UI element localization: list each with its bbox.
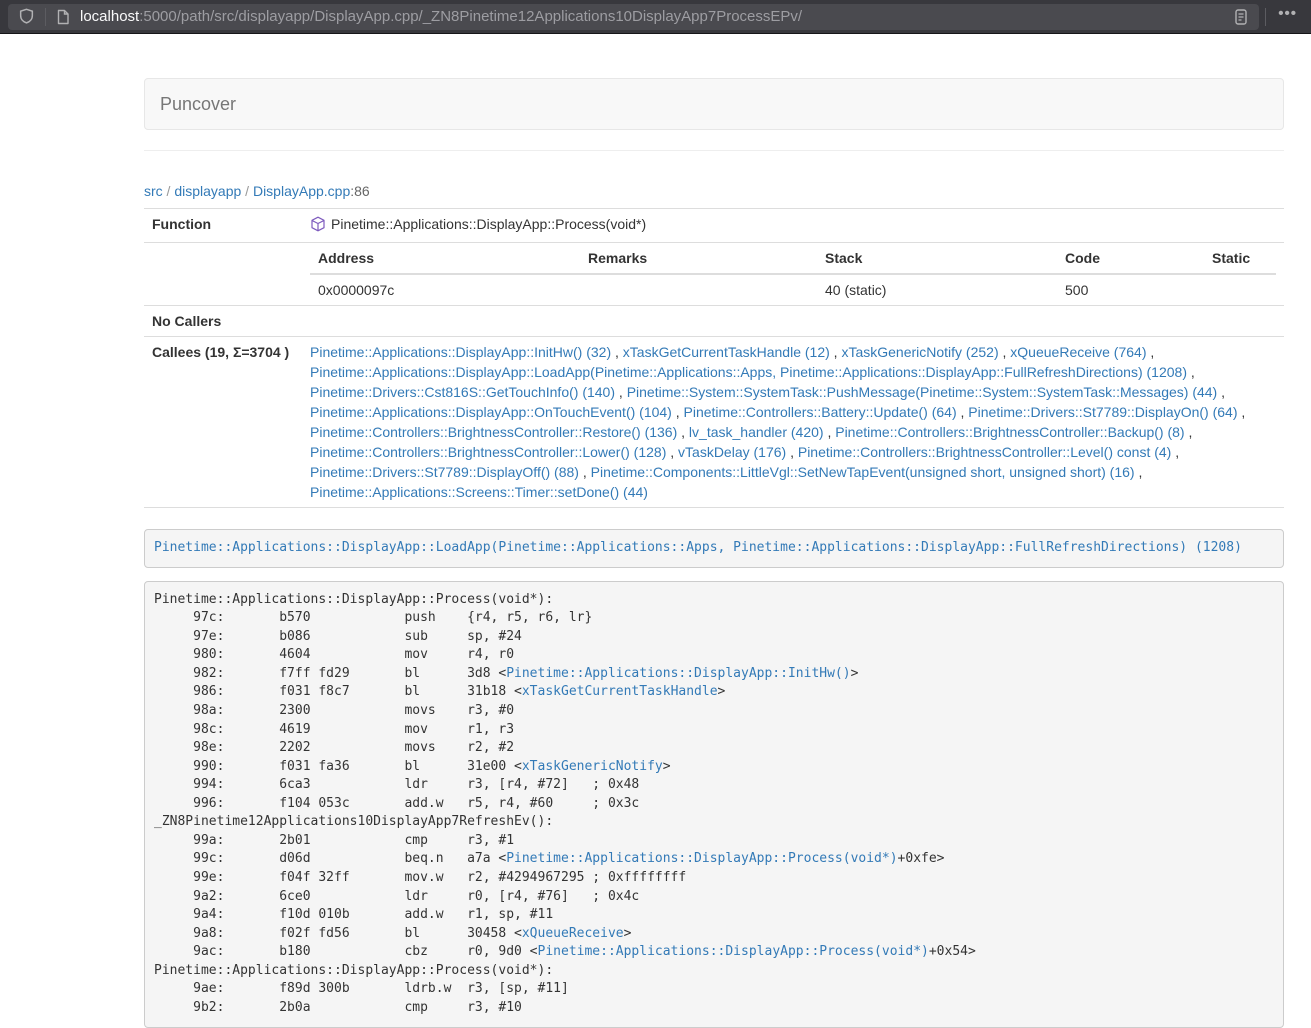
callee-link[interactable]: Pinetime::Drivers::St7789::DisplayOn() (… (968, 404, 1237, 420)
address-value: 0x0000097c (310, 274, 580, 305)
callee-link[interactable]: xQueueReceive (764) (1010, 344, 1146, 360)
symbol-link[interactable]: Pinetime::Applications::DisplayApp::Proc… (538, 944, 929, 959)
function-name-cell: Pinetime::Applications::DisplayApp::Proc… (302, 209, 1284, 243)
stack-value: 40 (static) (817, 274, 1057, 305)
callees-cell: Pinetime::Applications::DisplayApp::Init… (302, 337, 1284, 508)
static-value (1204, 274, 1276, 305)
toolbar-separator (1265, 8, 1266, 26)
col-address: Address (310, 243, 580, 274)
callees-label: Callees (19, Σ=3704 ) (144, 337, 302, 508)
callee-link[interactable]: Pinetime::Applications::DisplayApp::OnTo… (310, 404, 672, 420)
callee-link[interactable]: Pinetime::Controllers::BrightnessControl… (835, 424, 1184, 440)
breadcrumb-separator: / (241, 183, 253, 199)
callee-link[interactable]: Pinetime::Applications::DisplayApp::Load… (310, 364, 1187, 380)
callee-link[interactable]: vTaskDelay (176) (678, 444, 786, 460)
col-stack: Stack (817, 243, 1057, 274)
callee-link[interactable]: Pinetime::System::SystemTask::PushMessag… (627, 384, 1218, 400)
function-label: Function (144, 209, 302, 243)
breadcrumb-file[interactable]: DisplayApp.cpp (253, 183, 350, 199)
breadcrumb-line-number: :86 (350, 183, 369, 199)
highlighted-symbol-link[interactable]: Pinetime::Applications::DisplayApp::Load… (154, 540, 1242, 555)
col-remarks: Remarks (580, 243, 817, 274)
divider (144, 150, 1284, 151)
function-row: Function Pinetime::Applications::Display… (144, 209, 1284, 243)
callee-link[interactable]: Pinetime::Drivers::St7789::DisplayOff() … (310, 464, 579, 480)
url-text[interactable]: localhost:5000/path/src/displayapp/Displ… (80, 8, 1229, 25)
menu-icon[interactable]: ••• (1272, 9, 1303, 25)
callee-link[interactable]: lv_task_handler (420) (689, 424, 824, 440)
callee-link[interactable]: Pinetime::Controllers::BrightnessControl… (798, 444, 1171, 460)
page-container: Puncover src / displayapp / DisplayApp.c… (144, 78, 1284, 1028)
symbol-cube-icon (310, 216, 326, 237)
stats-header-row: Address Remarks Stack Code Static (310, 243, 1276, 274)
col-code: Code (1057, 243, 1204, 274)
symbol-link[interactable]: xTaskGenericNotify (522, 759, 663, 774)
stats-cell: Address Remarks Stack Code Static 0x0000… (302, 243, 1284, 306)
function-name: Pinetime::Applications::DisplayApp::Proc… (331, 216, 646, 232)
remarks-value (580, 274, 817, 305)
function-stats-row: Address Remarks Stack Code Static 0x0000… (144, 243, 1284, 306)
address-bar[interactable]: localhost:5000/path/src/displayapp/Displ… (8, 4, 1259, 30)
disassembly-code: Pinetime::Applications::DisplayApp::Proc… (144, 581, 1284, 1028)
breadcrumb-separator: / (163, 183, 175, 199)
callee-link[interactable]: xTaskGenericNotify (252) (841, 344, 998, 360)
callers-cell (302, 306, 1284, 337)
url-path: :5000/path/src/displayapp/DisplayApp.cpp… (139, 8, 802, 25)
symbol-link[interactable]: xTaskGetCurrentTaskHandle (522, 684, 718, 699)
callee-link[interactable]: Pinetime::Drivers::Cst816S::GetTouchInfo… (310, 384, 615, 400)
stats-table: Address Remarks Stack Code Static 0x0000… (310, 243, 1276, 305)
function-table: Function Pinetime::Applications::Display… (144, 208, 1284, 508)
symbol-link[interactable]: Pinetime::Applications::DisplayApp::Proc… (506, 851, 897, 866)
callee-link[interactable]: Pinetime::Controllers::BrightnessControl… (310, 444, 666, 460)
url-host: localhost (80, 8, 139, 25)
callees-row: Callees (19, Σ=3704 ) Pinetime::Applicat… (144, 337, 1284, 508)
breadcrumb-displayapp[interactable]: displayapp (174, 183, 241, 199)
page-info-icon[interactable] (52, 9, 74, 25)
no-callers-label: No Callers (144, 306, 302, 337)
browser-chrome: localhost:5000/path/src/displayapp/Displ… (0, 0, 1311, 34)
callee-link[interactable]: Pinetime::Applications::Screens::Timer::… (310, 484, 648, 500)
no-callers-row: No Callers (144, 306, 1284, 337)
navbar: Puncover (144, 78, 1284, 130)
symbol-link[interactable]: Pinetime::Applications::DisplayApp::Init… (506, 666, 850, 681)
app-title[interactable]: Puncover (145, 94, 251, 115)
reader-mode-icon[interactable] (1229, 8, 1253, 26)
breadcrumb: src / displayapp / DisplayApp.cpp:86 (144, 181, 1284, 201)
code-size-value: 500 (1057, 274, 1204, 305)
breadcrumb-src[interactable]: src (144, 183, 163, 199)
stats-value-row: 0x0000097c 40 (static) 500 (310, 274, 1276, 305)
callee-link[interactable]: Pinetime::Controllers::Battery::Update()… (684, 404, 957, 420)
col-static: Static (1204, 243, 1276, 274)
symbol-link[interactable]: xQueueReceive (522, 926, 624, 941)
callee-link[interactable]: Pinetime::Controllers::BrightnessControl… (310, 424, 677, 440)
highlighted-symbol-box: Pinetime::Applications::DisplayApp::Load… (144, 529, 1284, 568)
callee-link[interactable]: Pinetime::Components::LittleVgl::SetNewT… (591, 464, 1135, 480)
empty-row-head (144, 243, 302, 306)
address-bar-separator (45, 8, 46, 26)
shield-icon[interactable] (14, 8, 39, 25)
callee-link[interactable]: xTaskGetCurrentTaskHandle (12) (623, 344, 830, 360)
callee-link[interactable]: Pinetime::Applications::DisplayApp::Init… (310, 344, 611, 360)
